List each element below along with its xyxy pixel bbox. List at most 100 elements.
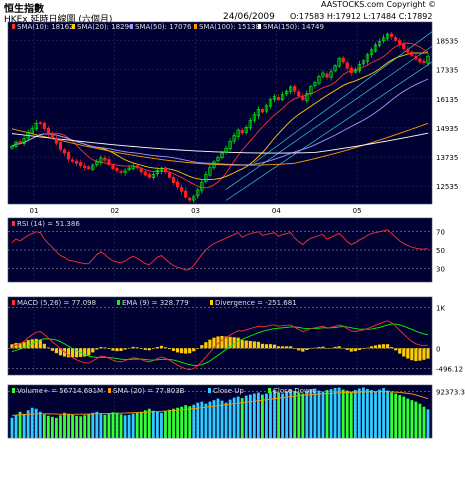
candle-body	[180, 187, 184, 192]
candle-body	[139, 168, 143, 173]
volume-bar	[357, 388, 361, 438]
price-legend-label: SMA(10): 18162	[17, 23, 74, 31]
candle-body	[240, 129, 244, 134]
volume-bar	[71, 414, 74, 438]
legend-swatch	[268, 388, 271, 393]
volume-bar	[10, 417, 14, 438]
divergence-bar	[398, 348, 402, 354]
divergence-bar	[321, 346, 325, 349]
divergence-bar	[333, 346, 337, 349]
candle-body	[418, 58, 422, 63]
divergence-bar	[147, 348, 151, 351]
candle-body	[62, 149, 67, 154]
divergence-bar	[272, 344, 277, 349]
divergence-bar	[151, 348, 155, 349]
price-legend-label: SMA(100): 15138	[199, 23, 260, 31]
volume-bar	[42, 414, 46, 438]
rsi-legend-label: RSI (14) = 51.386	[17, 220, 80, 228]
candle-body	[46, 128, 50, 134]
volume-bar	[418, 403, 422, 438]
volume-bar	[172, 408, 175, 438]
divergence-bar	[264, 344, 269, 349]
volume-bar	[305, 391, 309, 438]
volume-bar	[313, 388, 317, 438]
volume-bar	[228, 399, 232, 438]
volume-legend-label: Close Down	[273, 387, 314, 395]
divergence-bar	[313, 347, 317, 349]
x-tick-label: 01	[30, 207, 39, 215]
volume-bar	[143, 410, 147, 438]
price-y-tick: 14935	[436, 125, 458, 133]
price-y-tick: 12535	[436, 183, 458, 191]
divergence-bar	[337, 346, 341, 349]
candle-body	[83, 165, 87, 168]
divergence-bar	[305, 348, 309, 350]
divergence-bar	[220, 336, 224, 349]
price-y-tick: 13735	[436, 154, 458, 162]
volume-bar	[22, 413, 26, 438]
divergence-bar	[188, 348, 192, 354]
divergence-bar	[386, 344, 390, 349]
divergence-bar	[208, 339, 212, 349]
candle-body	[402, 43, 406, 49]
volume-bar	[216, 398, 220, 438]
volume-bar	[63, 412, 66, 438]
panel-backgrounds	[7, 21, 433, 439]
volume-bar	[103, 414, 107, 438]
divergence-bar	[248, 340, 252, 349]
divergence-bar	[107, 348, 111, 349]
legend-swatch	[210, 300, 213, 305]
divergence-bar	[240, 340, 244, 349]
divergence-bar	[135, 347, 139, 349]
panel-bg-2	[7, 296, 433, 376]
candle-body	[54, 137, 59, 144]
candle-body	[293, 86, 297, 92]
volume-bar	[281, 393, 285, 438]
divergence-bar	[46, 347, 50, 349]
price-legend-label: SMA(150): 14749	[263, 23, 324, 31]
divergence-bar	[196, 348, 200, 349]
divergence-bar	[341, 347, 345, 349]
divergence-bar	[26, 340, 30, 349]
x-tick-label: 05	[353, 207, 362, 215]
volume-bar	[119, 414, 123, 438]
divergence-bar	[50, 348, 54, 351]
volume-bar	[151, 410, 155, 438]
divergence-bar	[297, 348, 301, 351]
divergence-bar	[38, 340, 42, 349]
volume-bar	[394, 393, 398, 438]
divergence-bar	[119, 348, 123, 351]
legend-swatch	[117, 300, 120, 305]
volume-bar	[160, 412, 163, 438]
macd-y-tick: 1K	[436, 304, 445, 312]
volume-bar	[301, 393, 305, 438]
volume-bar	[123, 415, 127, 438]
volume-bar	[261, 394, 264, 438]
divergence-bar	[353, 348, 357, 352]
divergence-bar	[309, 348, 313, 349]
volume-bar	[349, 391, 353, 438]
divergence-bar	[357, 348, 361, 350]
volume-bar	[46, 415, 50, 438]
divergence-bar	[260, 343, 265, 349]
divergence-bar	[54, 348, 59, 354]
candle-body	[297, 91, 301, 97]
volume-bar	[402, 396, 406, 438]
volume-bar	[386, 390, 390, 438]
volume-bar	[361, 387, 365, 438]
legend-swatch	[12, 300, 15, 305]
volume-bar	[38, 411, 42, 438]
legend-swatch	[12, 388, 15, 393]
divergence-bar	[131, 346, 135, 349]
divergence-bar	[289, 346, 293, 349]
divergence-bar	[369, 346, 374, 349]
volume-bar	[147, 408, 151, 438]
divergence-bar	[394, 348, 398, 351]
candle-body	[325, 73, 329, 78]
divergence-bar	[381, 344, 386, 349]
candle-body	[66, 152, 71, 160]
volume-bar	[79, 416, 83, 438]
volume-bar	[155, 411, 159, 438]
volume-bar	[99, 413, 103, 438]
candle-body	[410, 51, 414, 56]
